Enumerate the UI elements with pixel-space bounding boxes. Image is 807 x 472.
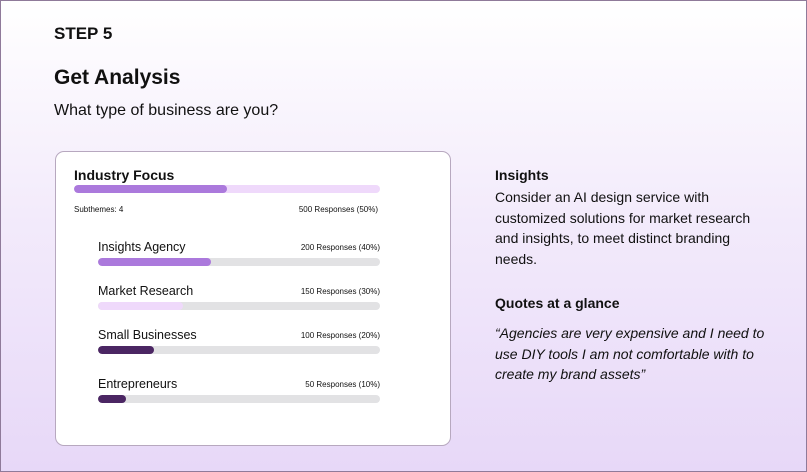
page-title: Get Analysis (54, 66, 181, 89)
total-responses: 500 Responses (50%) (298, 205, 378, 214)
theme-row-market-research: Market Research 150 Responses (30%) (98, 284, 380, 314)
theme-progress-fill (98, 395, 127, 403)
page: STEP 5 Get Analysis What type of busines… (0, 0, 807, 472)
theme-progress-bar (98, 258, 380, 266)
theme-progress-fill (98, 346, 155, 354)
theme-label: Market Research (98, 284, 194, 298)
theme-row-small-businesses: Small Businesses 100 Responses (20%) (98, 328, 380, 358)
overall-progress-fill (74, 185, 227, 193)
theme-responses: 150 Responses (30%) (300, 287, 380, 296)
theme-progress-bar (98, 302, 380, 310)
question-text: What type of business are you? (54, 102, 279, 119)
step-label: STEP 5 (54, 24, 113, 43)
industry-focus-card: Industry Focus Subthemes: 4 500 Response… (55, 151, 451, 446)
theme-responses: 200 Responses (40%) (300, 243, 380, 252)
theme-responses: 50 Responses (10%) (305, 380, 380, 389)
card-title: Industry Focus (74, 167, 175, 183)
overall-progress-bar (74, 185, 380, 193)
subthemes-count: Subthemes: 4 (74, 205, 124, 214)
theme-responses: 100 Responses (20%) (300, 331, 380, 340)
theme-progress-fill (98, 302, 183, 310)
theme-progress-bar (98, 346, 380, 354)
theme-label: Small Businesses (98, 328, 197, 342)
quote-text: “Agencies are very expensive and I need … (495, 325, 765, 382)
insights-heading: Insights (495, 167, 549, 183)
theme-row-entrepreneurs: Entrepreneurs 50 Responses (10%) (98, 377, 380, 407)
theme-label: Insights Agency (98, 240, 186, 254)
theme-row-insights-agency: Insights Agency 200 Responses (40%) (98, 240, 380, 270)
theme-label: Entrepreneurs (98, 377, 178, 391)
insights-text: Consider an AI design service with custo… (495, 189, 751, 267)
theme-progress-fill (98, 258, 211, 266)
quotes-heading: Quotes at a glance (495, 295, 620, 311)
theme-progress-bar (98, 395, 380, 403)
